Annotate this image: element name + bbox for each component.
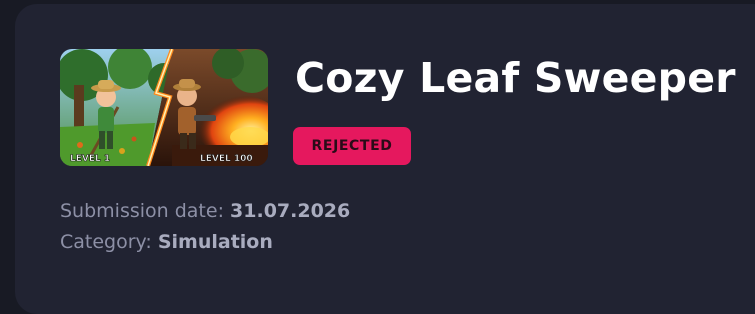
thumbnail-caption-level-1: LEVEL 1: [70, 154, 110, 164]
game-title: Cozy Leaf Sweeper: [295, 54, 736, 102]
thumbnail-caption-level-100: LEVEL 100: [200, 154, 253, 164]
submission-date-label: Submission date:: [60, 200, 224, 222]
submission-date-row: Submission date: 31.07.2026: [60, 200, 350, 222]
game-thumbnail[interactable]: LEVEL 1 LEVEL 100: [60, 49, 268, 166]
category-value: Simulation: [157, 231, 273, 253]
category-label: Category:: [60, 231, 152, 253]
game-submission-card: LEVEL 1 LEVEL 100 Cozy Leaf Sweeper REJE…: [15, 4, 755, 314]
submission-date-value: 31.07.2026: [230, 200, 351, 222]
category-row: Category: Simulation: [60, 231, 273, 253]
status-badge: REJECTED: [293, 127, 411, 165]
